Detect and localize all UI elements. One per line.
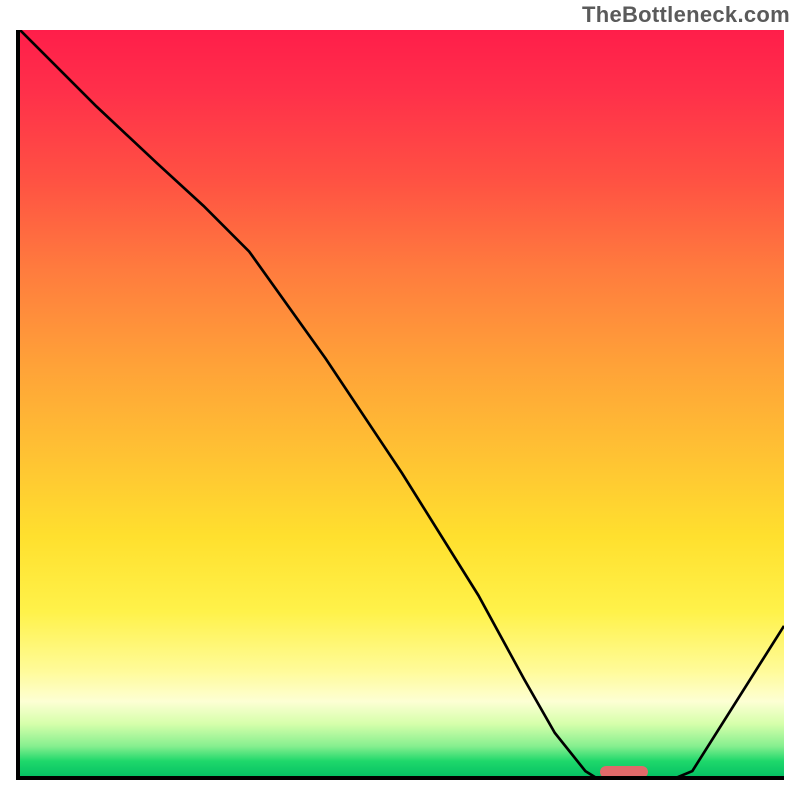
bottleneck-curve xyxy=(20,30,784,780)
watermark-label: TheBottleneck.com xyxy=(582,2,790,28)
chart-container: TheBottleneck.com xyxy=(0,0,800,800)
plot-area xyxy=(16,30,784,780)
curve-svg xyxy=(20,30,784,780)
sweet-spot-marker xyxy=(600,766,648,778)
